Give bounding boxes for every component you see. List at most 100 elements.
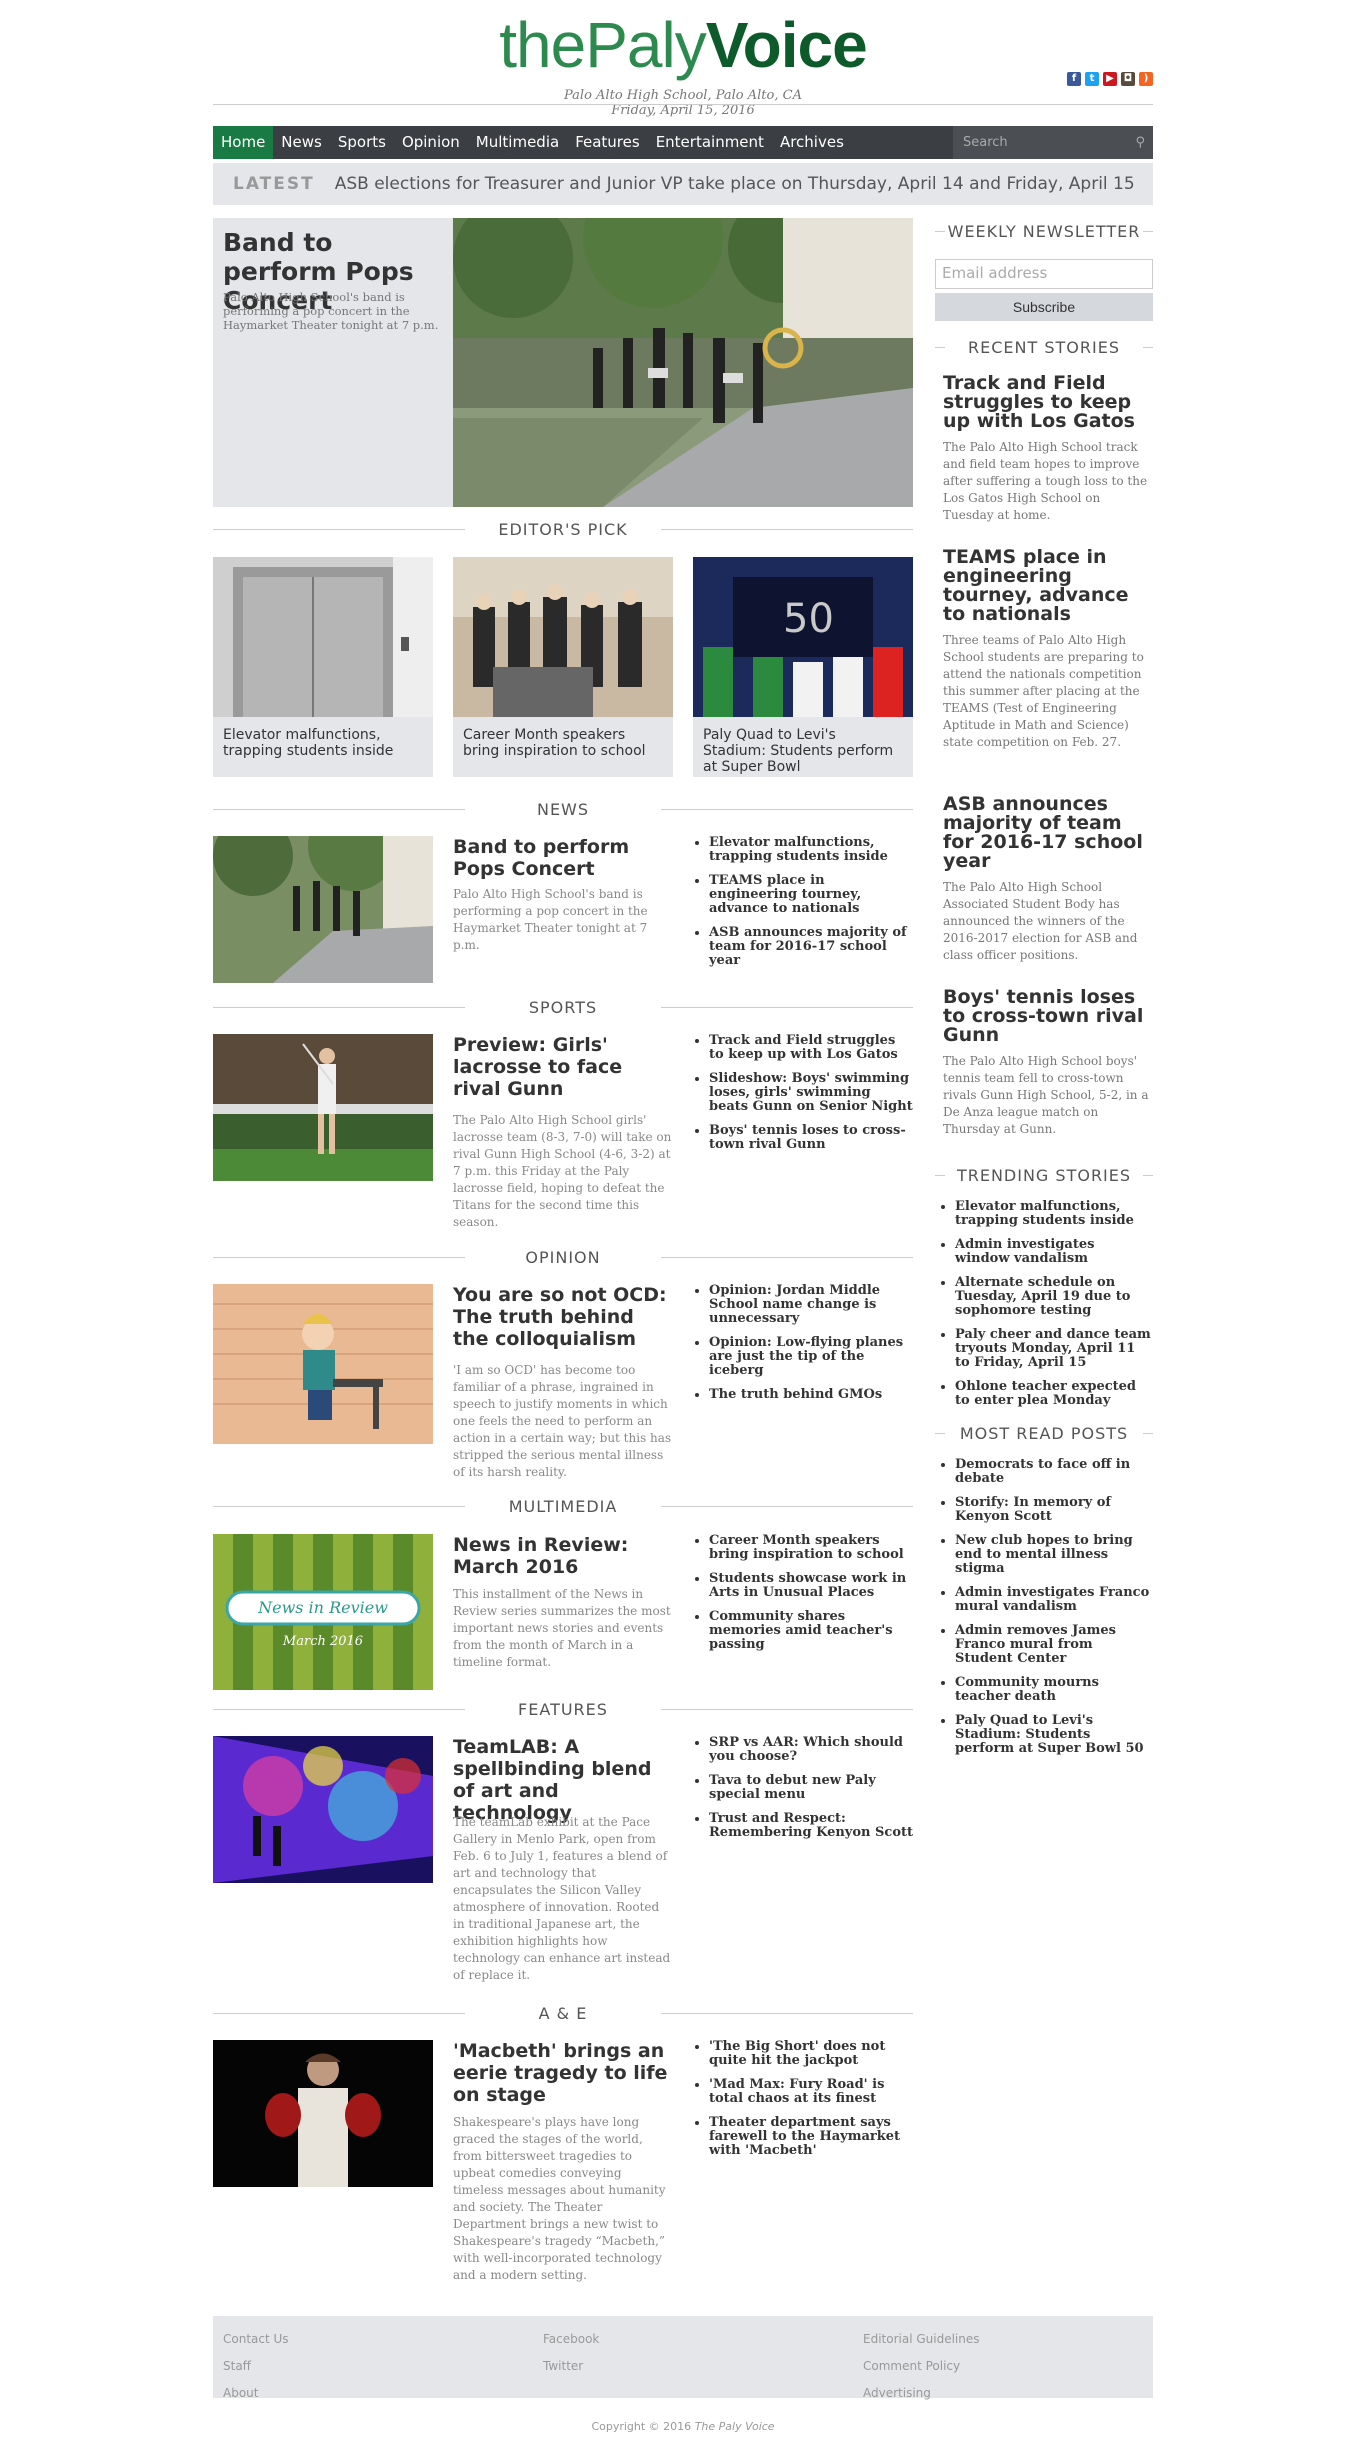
search-icon[interactable]: ⚲: [1135, 135, 1145, 150]
subscribe-button[interactable]: Subscribe: [935, 293, 1153, 321]
section-title: A & E: [528, 2004, 598, 2023]
pick-card[interactable]: 50 Paly Quad to Levi's Stadium: Students…: [693, 557, 913, 777]
footer-link[interactable]: Twitter: [543, 2353, 599, 2380]
story-summary: Shakespeare's plays have long graced the…: [453, 2115, 666, 2282]
list-item[interactable]: Elevator malfunctions, trapping students…: [955, 1200, 1153, 1228]
recent-story[interactable]: ASB announces majority of team for 2016-…: [943, 795, 1153, 964]
footer: Contact Us Staff About Facebook Twitter …: [213, 2316, 1153, 2400]
list-item[interactable]: The truth behind GMOs: [709, 1388, 913, 1402]
latest-bar: LATEST ASB elections for Treasurer and J…: [213, 163, 1153, 205]
recent-story-title[interactable]: TEAMS place in engineering tourney, adva…: [943, 548, 1153, 624]
pick-image[interactable]: [453, 557, 673, 717]
list-item[interactable]: Trust and Respect: Remembering Kenyon Sc…: [709, 1812, 913, 1840]
search-input[interactable]: Search: [953, 126, 1153, 159]
list-item[interactable]: Tava to debut new Paly special menu: [709, 1774, 913, 1802]
trending-heading: TRENDING STORIES: [935, 1166, 1153, 1185]
pick-card[interactable]: Elevator malfunctions, trapping students…: [213, 557, 433, 777]
email-field[interactable]: Email address: [935, 259, 1153, 289]
story-headline[interactable]: You are so not OCD: The truth behind the…: [453, 1284, 673, 1350]
story-headline[interactable]: Band to perform Pops Concert: [453, 836, 673, 880]
list-item[interactable]: Community mourns teacher death: [955, 1676, 1153, 1704]
list-item[interactable]: SRP vs AAR: Which should you choose?: [709, 1736, 913, 1764]
footer-column: Editorial Guidelines Comment Policy Adve…: [863, 2326, 980, 2407]
list-item[interactable]: Community shares memories amid teacher's…: [709, 1610, 913, 1652]
youtube-icon[interactable]: ▶: [1103, 72, 1117, 86]
list-item[interactable]: Ohlone teacher expected to enter plea Mo…: [955, 1380, 1153, 1408]
copyright-text: Copyright © 2016: [591, 2420, 692, 2433]
location-text: Palo Alto High School, Palo Alto, CA: [564, 88, 802, 103]
list-item[interactable]: Alternate schedule on Tuesday, April 19 …: [955, 1276, 1153, 1318]
list-item[interactable]: Elevator malfunctions, trapping students…: [709, 836, 913, 864]
nav-archives[interactable]: Archives: [772, 126, 852, 159]
list-item[interactable]: Admin investigates window vandalism: [955, 1238, 1153, 1266]
list-item[interactable]: Paly Quad to Levi's Stadium: Students pe…: [955, 1714, 1153, 1756]
story-headline[interactable]: TeamLAB: A spellbinding blend of art and…: [453, 1736, 673, 1824]
list-item[interactable]: 'Mad Max: Fury Road' is total chaos at i…: [709, 2078, 913, 2106]
nav-multimedia[interactable]: Multimedia: [468, 126, 567, 159]
editors-pick-heading: EDITOR'S PICK: [213, 520, 913, 539]
story-image[interactable]: [213, 1736, 433, 1883]
list-item[interactable]: Opinion: Jordan Middle School name chang…: [709, 1284, 913, 1326]
list-item[interactable]: New club hopes to bring end to mental il…: [955, 1534, 1153, 1576]
pick-caption[interactable]: Career Month speakers bring inspiration …: [453, 717, 673, 777]
list-item[interactable]: Students showcase work in Arts in Unusua…: [709, 1572, 913, 1600]
nav-entertainment[interactable]: Entertainment: [648, 126, 772, 159]
recent-story[interactable]: Track and Field struggles to keep up wit…: [943, 374, 1153, 524]
facebook-icon[interactable]: f: [1067, 72, 1081, 86]
footer-link[interactable]: Editorial Guidelines: [863, 2326, 980, 2353]
story-headline[interactable]: Preview: Girls' lacrosse to face rival G…: [453, 1034, 673, 1100]
list-item[interactable]: TEAMS place in engineering tourney, adva…: [709, 874, 913, 916]
recent-story[interactable]: TEAMS place in engineering tourney, adva…: [943, 548, 1153, 751]
list-item[interactable]: 'The Big Short' does not quite hit the j…: [709, 2040, 913, 2068]
recent-story[interactable]: Boys' tennis loses to cross-town rival G…: [943, 988, 1153, 1138]
list-item[interactable]: Storify: In memory of Kenyon Scott: [955, 1496, 1153, 1524]
footer-link[interactable]: Facebook: [543, 2326, 599, 2353]
ae-heading: A & E: [213, 2004, 913, 2023]
pick-card[interactable]: Career Month speakers bring inspiration …: [453, 557, 673, 777]
nav-opinion[interactable]: Opinion: [394, 126, 468, 159]
story-image[interactable]: [213, 836, 433, 983]
pick-image[interactable]: 50: [693, 557, 913, 717]
list-item[interactable]: Admin removes James Franco mural from St…: [955, 1624, 1153, 1666]
nav-home[interactable]: Home: [213, 126, 274, 159]
footer-link[interactable]: Staff: [223, 2353, 289, 2380]
recent-story-title[interactable]: Track and Field struggles to keep up wit…: [943, 374, 1153, 431]
list-item[interactable]: Opinion: Low-flying planes are just the …: [709, 1336, 913, 1378]
nav-news[interactable]: News: [273, 126, 330, 159]
hero-image[interactable]: [453, 218, 913, 507]
nav-sports[interactable]: Sports: [330, 126, 394, 159]
section-title: SPORTS: [518, 998, 608, 1017]
pick-caption[interactable]: Paly Quad to Levi's Stadium: Students pe…: [693, 717, 913, 777]
story-image[interactable]: [213, 2040, 433, 2187]
nav-features[interactable]: Features: [567, 126, 648, 159]
site-logo[interactable]: thePalyVoice: [213, 10, 1153, 80]
footer-link[interactable]: Comment Policy: [863, 2353, 980, 2380]
footer-link[interactable]: Advertising: [863, 2380, 980, 2407]
story-image[interactable]: [213, 1034, 433, 1181]
list-item[interactable]: Track and Field struggles to keep up wit…: [709, 1034, 913, 1062]
footer-link[interactable]: Contact Us: [223, 2326, 289, 2353]
list-item[interactable]: ASB announces majority of team for 2016-…: [709, 926, 913, 968]
hero-summary: Palo Alto High School's band is performi…: [223, 290, 439, 332]
pick-caption[interactable]: Elevator malfunctions, trapping students…: [213, 717, 433, 777]
list-item[interactable]: Democrats to face off in debate: [955, 1458, 1153, 1486]
list-item[interactable]: Slideshow: Boys' swimming loses, girls' …: [709, 1072, 913, 1114]
recent-story-title[interactable]: ASB announces majority of team for 2016-…: [943, 795, 1153, 871]
story-image[interactable]: [213, 1284, 433, 1444]
story-headline[interactable]: 'Macbeth' brings an eerie tragedy to lif…: [453, 2040, 673, 2106]
rss-icon[interactable]: ): [1139, 72, 1153, 86]
twitter-icon[interactable]: t: [1085, 72, 1099, 86]
list-item[interactable]: Admin investigates Franco mural vandalis…: [955, 1586, 1153, 1614]
story-headline[interactable]: News in Review: March 2016: [453, 1534, 673, 1578]
list-item[interactable]: Theater department says farewell to the …: [709, 2116, 913, 2158]
instagram-icon[interactable]: ◘: [1121, 72, 1135, 86]
footer-link[interactable]: About: [223, 2380, 289, 2407]
pick-image[interactable]: [213, 557, 433, 717]
hero-story[interactable]: Band to perform Pops Concert Palo Alto H…: [213, 218, 913, 507]
list-item[interactable]: Paly cheer and dance team tryouts Monday…: [955, 1328, 1153, 1370]
latest-headline[interactable]: ASB elections for Treasurer and Junior V…: [335, 174, 1135, 194]
related-links: SRP vs AAR: Which should you choose? Tav…: [693, 1736, 913, 1850]
list-item[interactable]: Boys' tennis loses to cross-town rival G…: [709, 1124, 913, 1152]
list-item[interactable]: Career Month speakers bring inspiration …: [709, 1534, 913, 1562]
recent-story-title[interactable]: Boys' tennis loses to cross-town rival G…: [943, 988, 1153, 1045]
